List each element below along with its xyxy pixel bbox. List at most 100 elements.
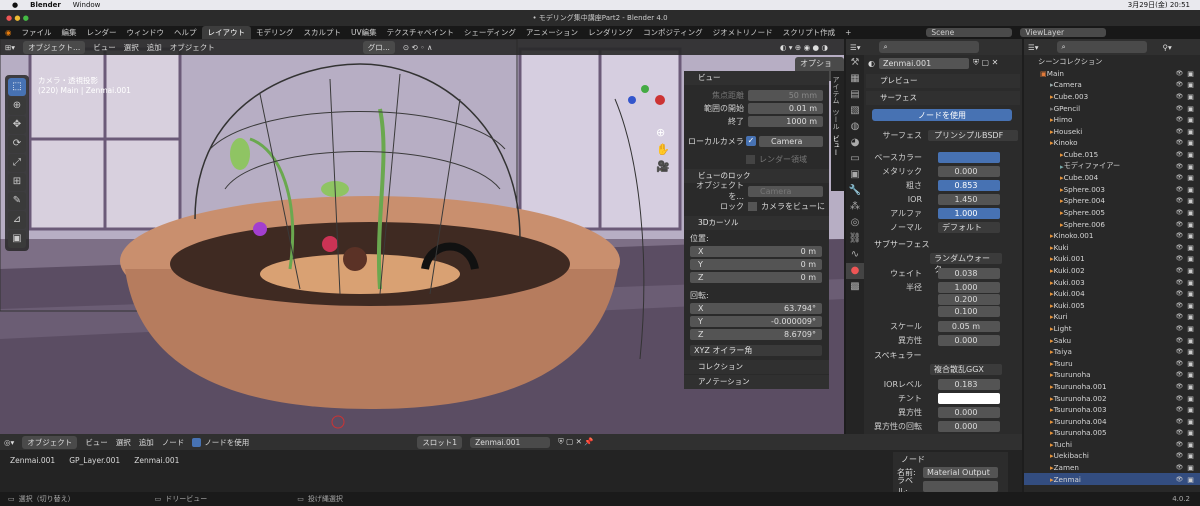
- visibility-eye-icon[interactable]: 👁: [1176, 418, 1184, 425]
- bsdf-field[interactable]: プリンシプルBSDF: [928, 129, 1018, 141]
- collection-panel-title[interactable]: コレクション: [684, 360, 829, 374]
- data-tab-icon[interactable]: ∿: [846, 247, 864, 263]
- outliner-item[interactable]: ▸ Sphere.006 👁 ▣: [1024, 218, 1200, 230]
- visibility-eye-icon[interactable]: 👁: [1176, 163, 1184, 170]
- outliner-item[interactable]: ▸ Sphere.003 👁 ▣: [1024, 184, 1200, 196]
- sss-radius-z[interactable]: 0.100: [938, 305, 1000, 317]
- outliner-item[interactable]: ▸ Himo 👁 ▣: [1024, 114, 1200, 126]
- outliner-item[interactable]: ▸ Kuri 👁 ▣: [1024, 311, 1200, 323]
- clip-end-field[interactable]: 1000 m: [748, 115, 823, 127]
- object-tab-icon[interactable]: ▣: [846, 167, 864, 183]
- visibility-eye-icon[interactable]: 👁: [1176, 279, 1184, 286]
- outliner-item[interactable]: ▸ Saku 👁 ▣: [1024, 334, 1200, 346]
- render-camera-icon[interactable]: ▣: [1187, 115, 1194, 124]
- preview-panel-title[interactable]: プレビュー: [866, 74, 1020, 88]
- render-camera-icon[interactable]: ▣: [1187, 428, 1194, 437]
- render-camera-icon[interactable]: ▣: [1187, 405, 1194, 414]
- menu-window[interactable]: ウィンドウ: [122, 27, 170, 38]
- visibility-eye-icon[interactable]: 👁: [1176, 313, 1184, 320]
- measure-tool-icon[interactable]: ⊿: [8, 211, 26, 229]
- cursor-x-field[interactable]: X0 m: [690, 245, 822, 257]
- node-menu-node[interactable]: ノード: [162, 437, 185, 448]
- view-layer-tab-icon[interactable]: ▧: [846, 103, 864, 119]
- slot-dropdown[interactable]: スロット1: [417, 435, 463, 449]
- visibility-eye-icon[interactable]: 👁: [1176, 186, 1184, 193]
- scene-selector[interactable]: Scene: [926, 28, 1013, 37]
- visibility-eye-icon[interactable]: 👁: [1176, 174, 1184, 181]
- render-camera-icon[interactable]: ▣: [1187, 312, 1194, 321]
- visibility-eye-icon[interactable]: 👁: [1176, 476, 1184, 483]
- outliner-item[interactable]: ▸ Sphere.005 👁 ▣: [1024, 207, 1200, 219]
- app-menu[interactable]: Blender: [30, 1, 61, 9]
- outliner-item[interactable]: ▸ Tsuru 👁 ▣: [1024, 357, 1200, 369]
- tab-sculpt[interactable]: スカルプト: [299, 27, 347, 38]
- annotate-tool-icon[interactable]: ✎: [8, 192, 26, 210]
- outliner-item[interactable]: ▸ Zamen 👁 ▣: [1024, 462, 1200, 474]
- node-menu-add[interactable]: 追加: [139, 437, 154, 448]
- tab-uv[interactable]: UV編集: [346, 27, 382, 38]
- outliner-item[interactable]: ▸ Cube.004 👁 ▣: [1024, 172, 1200, 184]
- sss-weight-field[interactable]: 0.038: [938, 267, 1000, 279]
- outliner-item[interactable]: ▸ Tuchi 👁 ▣: [1024, 439, 1200, 451]
- outliner-item[interactable]: ▸ Kinoko.001 👁 ▣: [1024, 230, 1200, 242]
- spec-aniso-field[interactable]: 0.000: [938, 406, 1000, 418]
- scene-collection-row[interactable]: シーンコレクション: [1024, 56, 1200, 68]
- aniso-rot-field[interactable]: 0.000: [938, 420, 1000, 432]
- use-nodes-checkbox[interactable]: [192, 437, 202, 447]
- render-camera-icon[interactable]: ▣: [1187, 127, 1194, 136]
- visibility-eye-icon[interactable]: 👁: [1176, 232, 1184, 239]
- particles-tab-icon[interactable]: ⁂: [846, 199, 864, 215]
- render-camera-icon[interactable]: ▣: [1187, 289, 1194, 298]
- output-tab-icon[interactable]: ▤: [846, 87, 864, 103]
- vp-menu-view[interactable]: ビュー: [93, 42, 116, 53]
- render-camera-icon[interactable]: ▣: [1187, 382, 1194, 391]
- outliner-item[interactable]: ▸ Tsurunoha 👁 ▣: [1024, 369, 1200, 381]
- tab-animation[interactable]: アニメーション: [521, 27, 583, 38]
- props-search[interactable]: ☰▾ ⌕: [846, 39, 1022, 55]
- alpha-field[interactable]: 1.000: [938, 207, 1000, 219]
- node-panel-title[interactable]: ノード: [893, 452, 1008, 467]
- outliner-item[interactable]: ▸ Cube.003 👁 ▣: [1024, 91, 1200, 103]
- material-name-field[interactable]: Zenmai.001: [878, 57, 969, 69]
- outliner-item[interactable]: ▸ Kuki.003 👁 ▣: [1024, 276, 1200, 288]
- camera-field[interactable]: Camera: [759, 135, 823, 147]
- select-tool-icon[interactable]: ⬚: [8, 78, 26, 96]
- render-camera-icon[interactable]: ▣: [1187, 370, 1194, 379]
- cursor-z-field[interactable]: Z0 m: [690, 271, 822, 283]
- outliner-item[interactable]: ▸ Houseki 👁 ▣: [1024, 126, 1200, 138]
- zoom-icon[interactable]: ⊕: [656, 124, 670, 141]
- camera-view-icon[interactable]: 🎥: [656, 158, 670, 175]
- render-camera-icon[interactable]: ▣: [1187, 138, 1194, 147]
- render-camera-icon[interactable]: ▣: [1187, 417, 1194, 426]
- snap-icon[interactable]: ⊙ ⟲ ◦ ∧: [403, 43, 433, 52]
- menu-edit[interactable]: 編集: [57, 27, 82, 38]
- outliner-item[interactable]: ▸ Taiya 👁 ▣: [1024, 346, 1200, 358]
- filter-icon[interactable]: ⚲▾: [1163, 43, 1172, 52]
- outliner-item[interactable]: ▸ Kinoko 👁 ▣: [1024, 137, 1200, 149]
- window-menu[interactable]: Window: [73, 1, 101, 9]
- node-menu-select[interactable]: 選択: [116, 437, 131, 448]
- render-camera-icon[interactable]: ▣: [1187, 463, 1194, 472]
- visibility-eye-icon[interactable]: 👁: [1176, 70, 1184, 77]
- visibility-eye-icon[interactable]: 👁: [1176, 337, 1184, 344]
- visibility-eye-icon[interactable]: 👁: [1176, 464, 1184, 471]
- scale-tool-icon[interactable]: ⤢: [8, 154, 26, 172]
- tab-geometry-nodes[interactable]: ジオメトリノード: [708, 27, 778, 38]
- material-selector[interactable]: Zenmai.001: [470, 436, 551, 448]
- render-camera-icon[interactable]: ▣: [1187, 359, 1194, 368]
- visibility-eye-icon[interactable]: 👁: [1176, 395, 1184, 402]
- cursor-rz-field[interactable]: Z 8.6709°: [690, 328, 822, 340]
- render-camera-icon[interactable]: ▣: [1187, 104, 1194, 113]
- tab-texture-paint[interactable]: テクスチャペイント: [382, 27, 459, 38]
- node-menu-view[interactable]: ビュー: [85, 437, 108, 448]
- normal-field[interactable]: デフォルト: [938, 221, 1000, 233]
- render-camera-icon[interactable]: ▣: [1187, 254, 1194, 263]
- viewport-3d[interactable]: ⊞▾ オブジェクト... ビュー 選択 追加 オブジェクト グロ... ⊙ ⟲ …: [0, 39, 844, 434]
- pan-hand-icon[interactable]: ✋: [656, 141, 670, 158]
- render-camera-icon[interactable]: ▣: [1187, 150, 1194, 159]
- render-camera-icon[interactable]: ▣: [1187, 80, 1194, 89]
- physics-tab-icon[interactable]: ◎: [846, 215, 864, 231]
- render-camera-icon[interactable]: ▣: [1187, 451, 1194, 460]
- render-camera-icon[interactable]: ▣: [1187, 231, 1194, 240]
- visibility-eye-icon[interactable]: 👁: [1176, 221, 1184, 228]
